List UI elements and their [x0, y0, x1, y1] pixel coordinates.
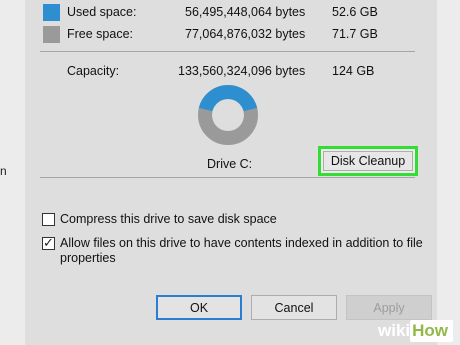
index-checkbox[interactable]: ✓	[42, 235, 55, 250]
background-text-fragment: n	[0, 164, 7, 178]
separator-top	[40, 51, 415, 52]
cancel-button[interactable]: Cancel	[251, 295, 337, 320]
disk-cleanup-button[interactable]: Disk Cleanup	[323, 151, 413, 171]
separator-bottom	[40, 177, 415, 178]
ok-button[interactable]: OK	[156, 295, 242, 320]
compress-label: Compress this drive to save disk space	[60, 212, 277, 226]
background-window-right	[437, 0, 460, 345]
free-space-swatch	[43, 26, 60, 43]
used-space-bytes: 56,495,448,064 bytes	[185, 5, 306, 19]
wikihow-watermark: wiki How	[372, 318, 454, 344]
index-label-line1: Allow files on this drive to have conten…	[60, 236, 423, 250]
watermark-wiki: wiki	[378, 321, 411, 340]
capacity-bytes: 133,560,324,096 bytes	[178, 64, 306, 78]
disk-usage-donut	[198, 85, 258, 145]
background-window: n	[0, 0, 25, 345]
checkmark-icon: ✓	[43, 235, 54, 250]
compress-checkbox[interactable]	[42, 213, 55, 226]
free-space-size: 71.7 GB	[332, 27, 378, 41]
disk-cleanup-highlight: Disk Cleanup	[318, 146, 418, 176]
drive-label: Drive C:	[207, 157, 253, 171]
apply-button[interactable]: Apply	[346, 295, 432, 320]
watermark-how: How	[410, 320, 454, 342]
free-space-bytes: 77,064,876,032 bytes	[185, 27, 306, 41]
used-space-size: 52.6 GB	[332, 5, 378, 19]
used-space-swatch	[43, 4, 60, 21]
capacity-size: 124 GB	[332, 64, 375, 78]
capacity-label: Capacity:	[67, 64, 120, 78]
used-space-label: Used space:	[67, 5, 137, 19]
free-space-label: Free space:	[67, 27, 134, 41]
index-label-line2: properties	[60, 251, 116, 265]
donut-used-arc	[198, 85, 258, 112]
